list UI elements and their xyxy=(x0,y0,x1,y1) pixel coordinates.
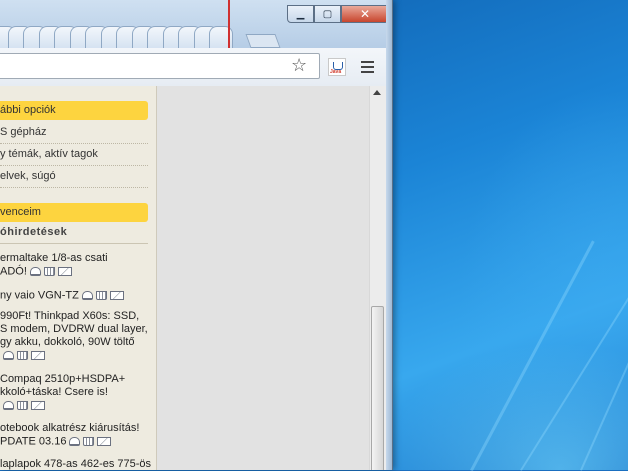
ad-line[interactable]: ADÓ! xyxy=(0,265,75,278)
java-icon-label: Java xyxy=(330,69,342,75)
trash-icon[interactable] xyxy=(17,350,28,360)
window-controls: ▁ ▢ ✕ xyxy=(287,5,389,25)
ads-title: óhirdetések xyxy=(0,226,68,238)
active-tab-indicator xyxy=(228,0,230,48)
ad-line-text[interactable]: ny vaio VGN-TZ xyxy=(0,289,79,301)
ad-line[interactable]: ermaltake 1/8-as csati xyxy=(0,252,108,265)
ring-icon[interactable] xyxy=(3,350,14,360)
sidebar: ábbi opciók S gépház y témák, aktív tago… xyxy=(0,86,157,470)
trash-icon[interactable] xyxy=(17,400,28,410)
ad-line[interactable] xyxy=(0,349,48,362)
ad-line[interactable]: kkoló+táska! Csere is! xyxy=(0,386,108,399)
close-button[interactable]: ✕ xyxy=(341,5,389,23)
trash-icon[interactable] xyxy=(83,436,95,446)
ad-line[interactable]: PDATE 03.16 xyxy=(0,435,114,448)
java-icon[interactable]: Java xyxy=(328,58,346,76)
vertical-scrollbar[interactable] xyxy=(369,86,386,470)
ad-icons xyxy=(3,399,48,412)
hamburger-menu-icon[interactable] xyxy=(361,61,374,76)
ring-icon[interactable] xyxy=(29,266,41,276)
ads-divider xyxy=(0,243,148,244)
browser-window: ▁ ▢ ✕ ☆ Java ábbi opciók S gépház y témá… xyxy=(0,0,393,470)
trash-icon[interactable] xyxy=(95,290,107,300)
ad-line[interactable]: S modem, DVDRW dual layer, xyxy=(0,323,148,336)
section-header-more-options[interactable]: ábbi opciók xyxy=(0,101,148,120)
sidebar-link-rules[interactable]: elvek, súgó xyxy=(0,165,148,188)
ad-line-text[interactable]: PDATE 03.16 xyxy=(0,435,66,447)
ad-line[interactable]: gy akku, dokkoló, 90W töltő xyxy=(0,336,135,349)
ad-line[interactable]: otebook alkatrész kiárusítás! xyxy=(0,422,139,435)
ad-icons xyxy=(3,349,48,362)
title-bar: ▁ ▢ ✕ xyxy=(0,0,392,48)
ring-icon[interactable] xyxy=(69,436,81,446)
ad-line[interactable]: Compaq 2510p+HSDPA+ xyxy=(0,373,125,386)
ad-line-text[interactable]: ADÓ! xyxy=(0,265,27,277)
menu-icon-bar xyxy=(361,66,374,68)
ring-icon[interactable] xyxy=(81,290,93,300)
address-bar[interactable]: ☆ xyxy=(0,53,320,79)
ad-icons xyxy=(81,289,127,302)
maximize-button[interactable]: ▢ xyxy=(314,5,341,23)
star-icon[interactable]: ☆ xyxy=(291,57,307,75)
mail-icon[interactable] xyxy=(57,266,72,276)
mail-icon[interactable] xyxy=(31,400,45,410)
browser-toolbar: ☆ Java xyxy=(0,48,392,87)
mail-icon[interactable] xyxy=(109,290,124,300)
scroll-thumb[interactable] xyxy=(371,306,384,470)
ring-icon[interactable] xyxy=(3,400,14,410)
wallpaper-streak xyxy=(580,287,628,471)
menu-icon-bar xyxy=(361,61,374,63)
mail-icon[interactable] xyxy=(97,436,112,446)
wallpaper-streak xyxy=(520,274,628,471)
tab-strip xyxy=(0,22,282,48)
sidebar-link-topics[interactable]: y témák, aktív tagok xyxy=(0,143,148,166)
ad-line[interactable] xyxy=(0,399,48,412)
mail-icon[interactable] xyxy=(31,350,45,360)
minimize-button[interactable]: ▁ xyxy=(287,5,314,23)
ad-icons xyxy=(29,265,75,278)
ad-line[interactable]: 990Ft! Thinkpad X60s: SSD, xyxy=(0,310,139,323)
ad-line[interactable]: ny vaio VGN-TZ xyxy=(0,289,127,302)
menu-icon-bar xyxy=(361,71,374,73)
window-frame xyxy=(386,0,392,470)
sidebar-link-gephaz[interactable]: S gépház xyxy=(0,121,148,144)
trash-icon[interactable] xyxy=(43,266,55,276)
scroll-up-arrow-icon[interactable] xyxy=(373,90,381,95)
new-tab-button[interactable] xyxy=(245,34,281,48)
page-content: ábbi opciók S gépház y témák, aktív tago… xyxy=(0,86,392,470)
section-header-favorites[interactable]: venceim xyxy=(0,203,148,222)
wallpaper-streak xyxy=(470,240,595,471)
ad-icons xyxy=(69,435,114,448)
ad-line[interactable]: laplapok 478-as 462-es 775-ös xyxy=(0,458,151,470)
